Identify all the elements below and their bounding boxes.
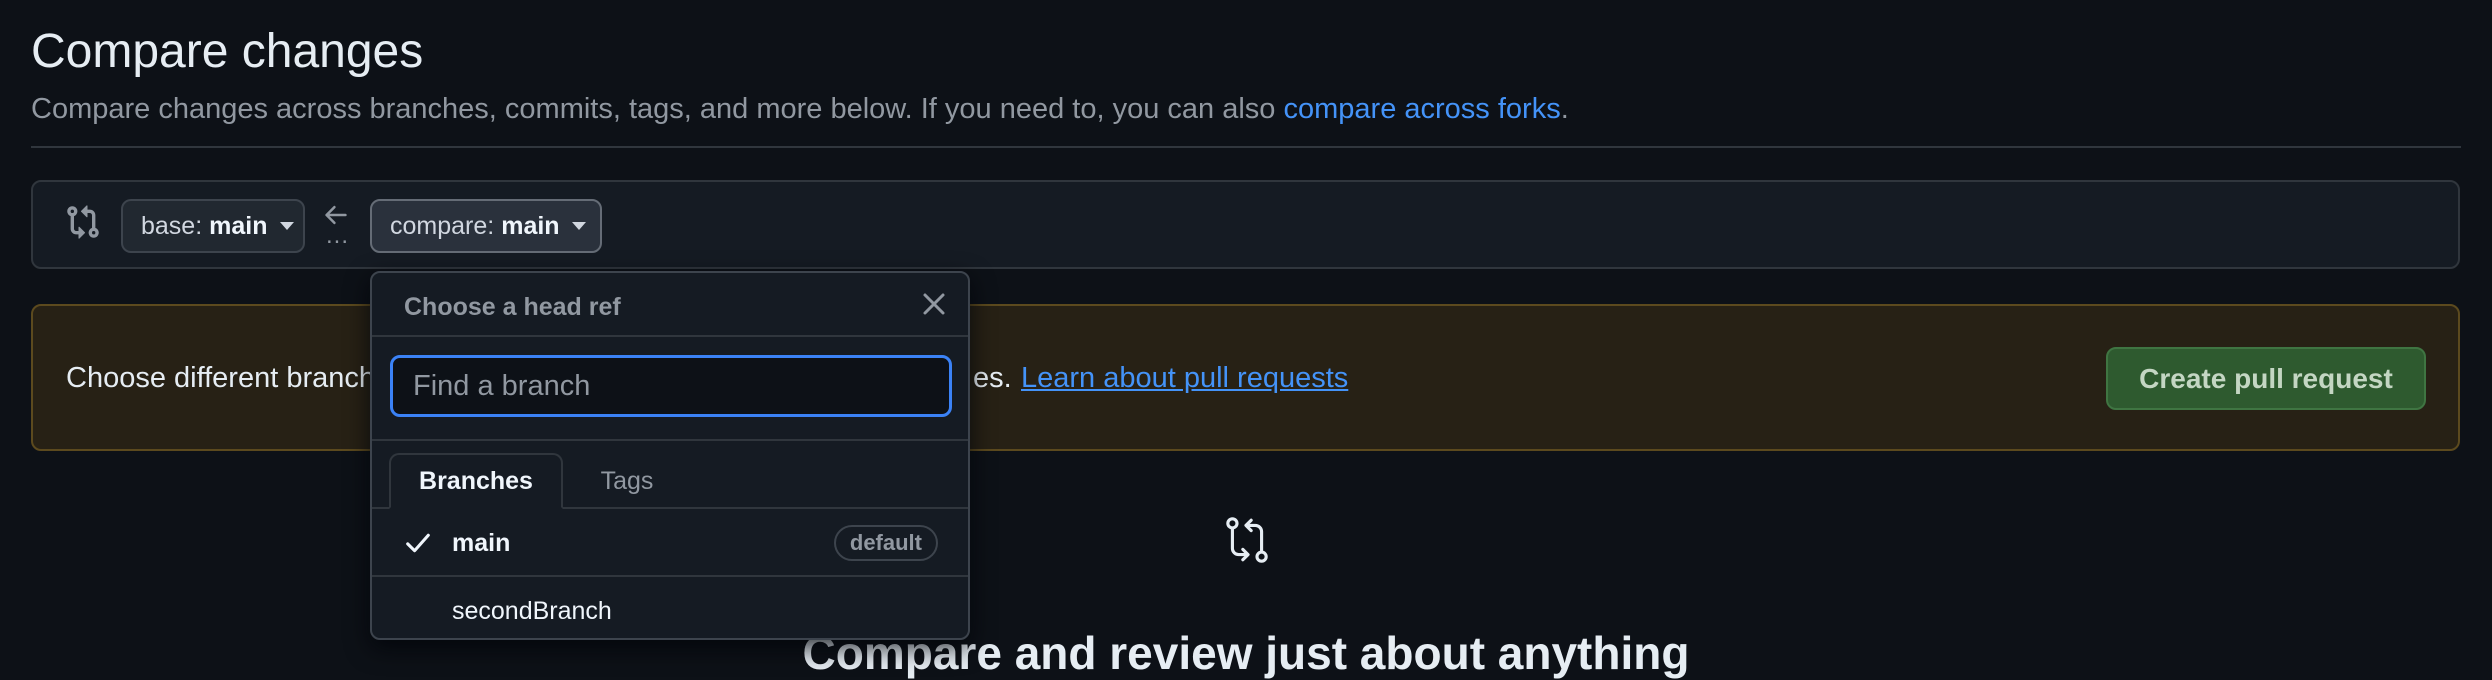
popover-title: Choose a head ref (404, 293, 621, 321)
tab-branches[interactable]: Branches (389, 453, 563, 509)
compare-value: main (501, 211, 560, 240)
base-value: main (209, 211, 268, 240)
learn-pull-requests-link[interactable]: Learn about pull requests (1021, 362, 1348, 395)
branch-item-secondbranch[interactable]: secondBranch (372, 577, 968, 638)
range-ellipsis: ... (326, 222, 350, 249)
tab-tags[interactable]: Tags (572, 453, 682, 509)
close-icon[interactable] (918, 288, 950, 320)
create-pull-request-button[interactable]: Create pull request (2106, 347, 2426, 410)
caret-down-icon (279, 222, 294, 230)
flash-text: Choose different branch (66, 362, 376, 394)
ref-tabs: Branches Tags (372, 441, 968, 509)
caret-down-icon (571, 222, 586, 230)
head-ref-popover: Choose a head ref Branches Tags main def… (370, 271, 970, 640)
branch-filter (372, 337, 968, 441)
subhead-text: Compare changes across branches, commits… (31, 93, 1284, 125)
default-badge: default (833, 525, 938, 561)
page-title: Compare changes (31, 25, 424, 78)
branch-item-main[interactable]: main default (372, 509, 968, 577)
popover-header: Choose a head ref (372, 273, 968, 337)
compare-branch-button[interactable]: compare: main (370, 199, 602, 253)
compare-prefix: compare: (390, 211, 495, 240)
git-compare-icon (1226, 517, 1268, 563)
branch-name: secondBranch (452, 597, 612, 625)
git-compare-icon (67, 205, 99, 239)
base-prefix: base: (141, 211, 203, 240)
subhead: Compare changes across branches, commits… (31, 93, 1569, 126)
flash-text-tail: es. (973, 362, 1012, 394)
subhead-period: . (1560, 93, 1569, 125)
divider (31, 146, 2461, 148)
find-branch-input[interactable] (390, 355, 952, 417)
base-branch-button[interactable]: base: main (121, 199, 305, 253)
compare-across-forks-link[interactable]: compare across forks (1284, 93, 1561, 125)
check-icon (406, 533, 430, 553)
branch-name: main (452, 529, 511, 557)
range-editor: base: main ... compare: main (31, 180, 2460, 269)
